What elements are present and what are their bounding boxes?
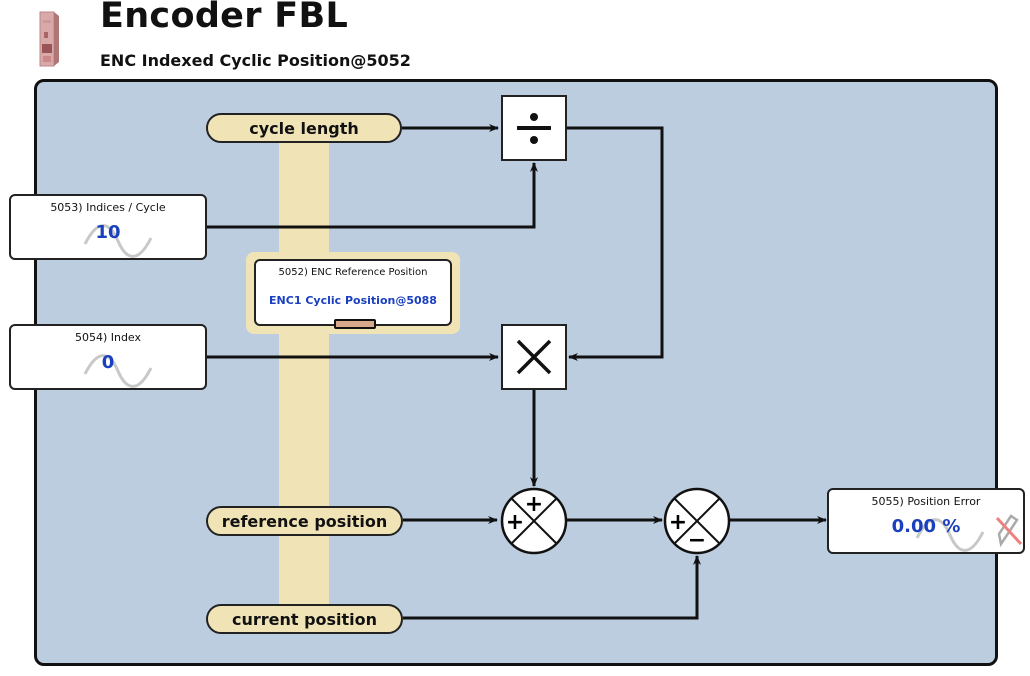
- input-cycle-length[interactable]: cycle length: [206, 113, 402, 143]
- param-indices-per-cycle[interactable]: 5053) Indices / Cycle 10: [9, 194, 207, 260]
- multiply-icon: [516, 339, 552, 375]
- param-value[interactable]: 0: [11, 352, 205, 373]
- param-enc-reference-position[interactable]: 5052) ENC Reference Position ENC1 Cyclic…: [254, 259, 452, 329]
- input-label: current position: [231, 609, 378, 629]
- wire-divide-out: [567, 126, 664, 361]
- sign-top: +: [525, 492, 543, 517]
- connector-handle[interactable]: [334, 319, 376, 329]
- divide-block: [501, 95, 567, 161]
- input-label: reference position: [221, 511, 388, 531]
- summing-junction-1: + +: [500, 487, 568, 555]
- param-index[interactable]: 5054) Index 0: [9, 324, 207, 390]
- param-value[interactable]: 10: [11, 222, 205, 243]
- input-label: cycle length: [249, 118, 359, 138]
- sign-bottom: −: [688, 528, 706, 553]
- summing-junction-2: + −: [663, 487, 731, 555]
- param-label: 5054) Index: [74, 331, 142, 344]
- input-current-position[interactable]: current position: [206, 604, 403, 634]
- input-reference-position[interactable]: reference position: [206, 506, 403, 536]
- param-label: 5052) ENC Reference Position: [278, 267, 428, 278]
- no-edit-pencil-icon: [995, 514, 1023, 548]
- multiply-block: [501, 324, 567, 390]
- divide-icon: [517, 113, 551, 144]
- param-label: 5055) Position Error: [871, 495, 981, 508]
- param-label: 5053) Indices / Cycle: [50, 201, 166, 214]
- sign-left: +: [506, 510, 524, 535]
- sign-left: +: [669, 510, 687, 535]
- param-position-error[interactable]: 5055) Position Error 0.00 %: [827, 488, 1025, 554]
- param-link-value[interactable]: ENC1 Cyclic Position@5088: [256, 294, 450, 307]
- wire-indices: [207, 162, 538, 229]
- wire-current-position: [403, 555, 701, 620]
